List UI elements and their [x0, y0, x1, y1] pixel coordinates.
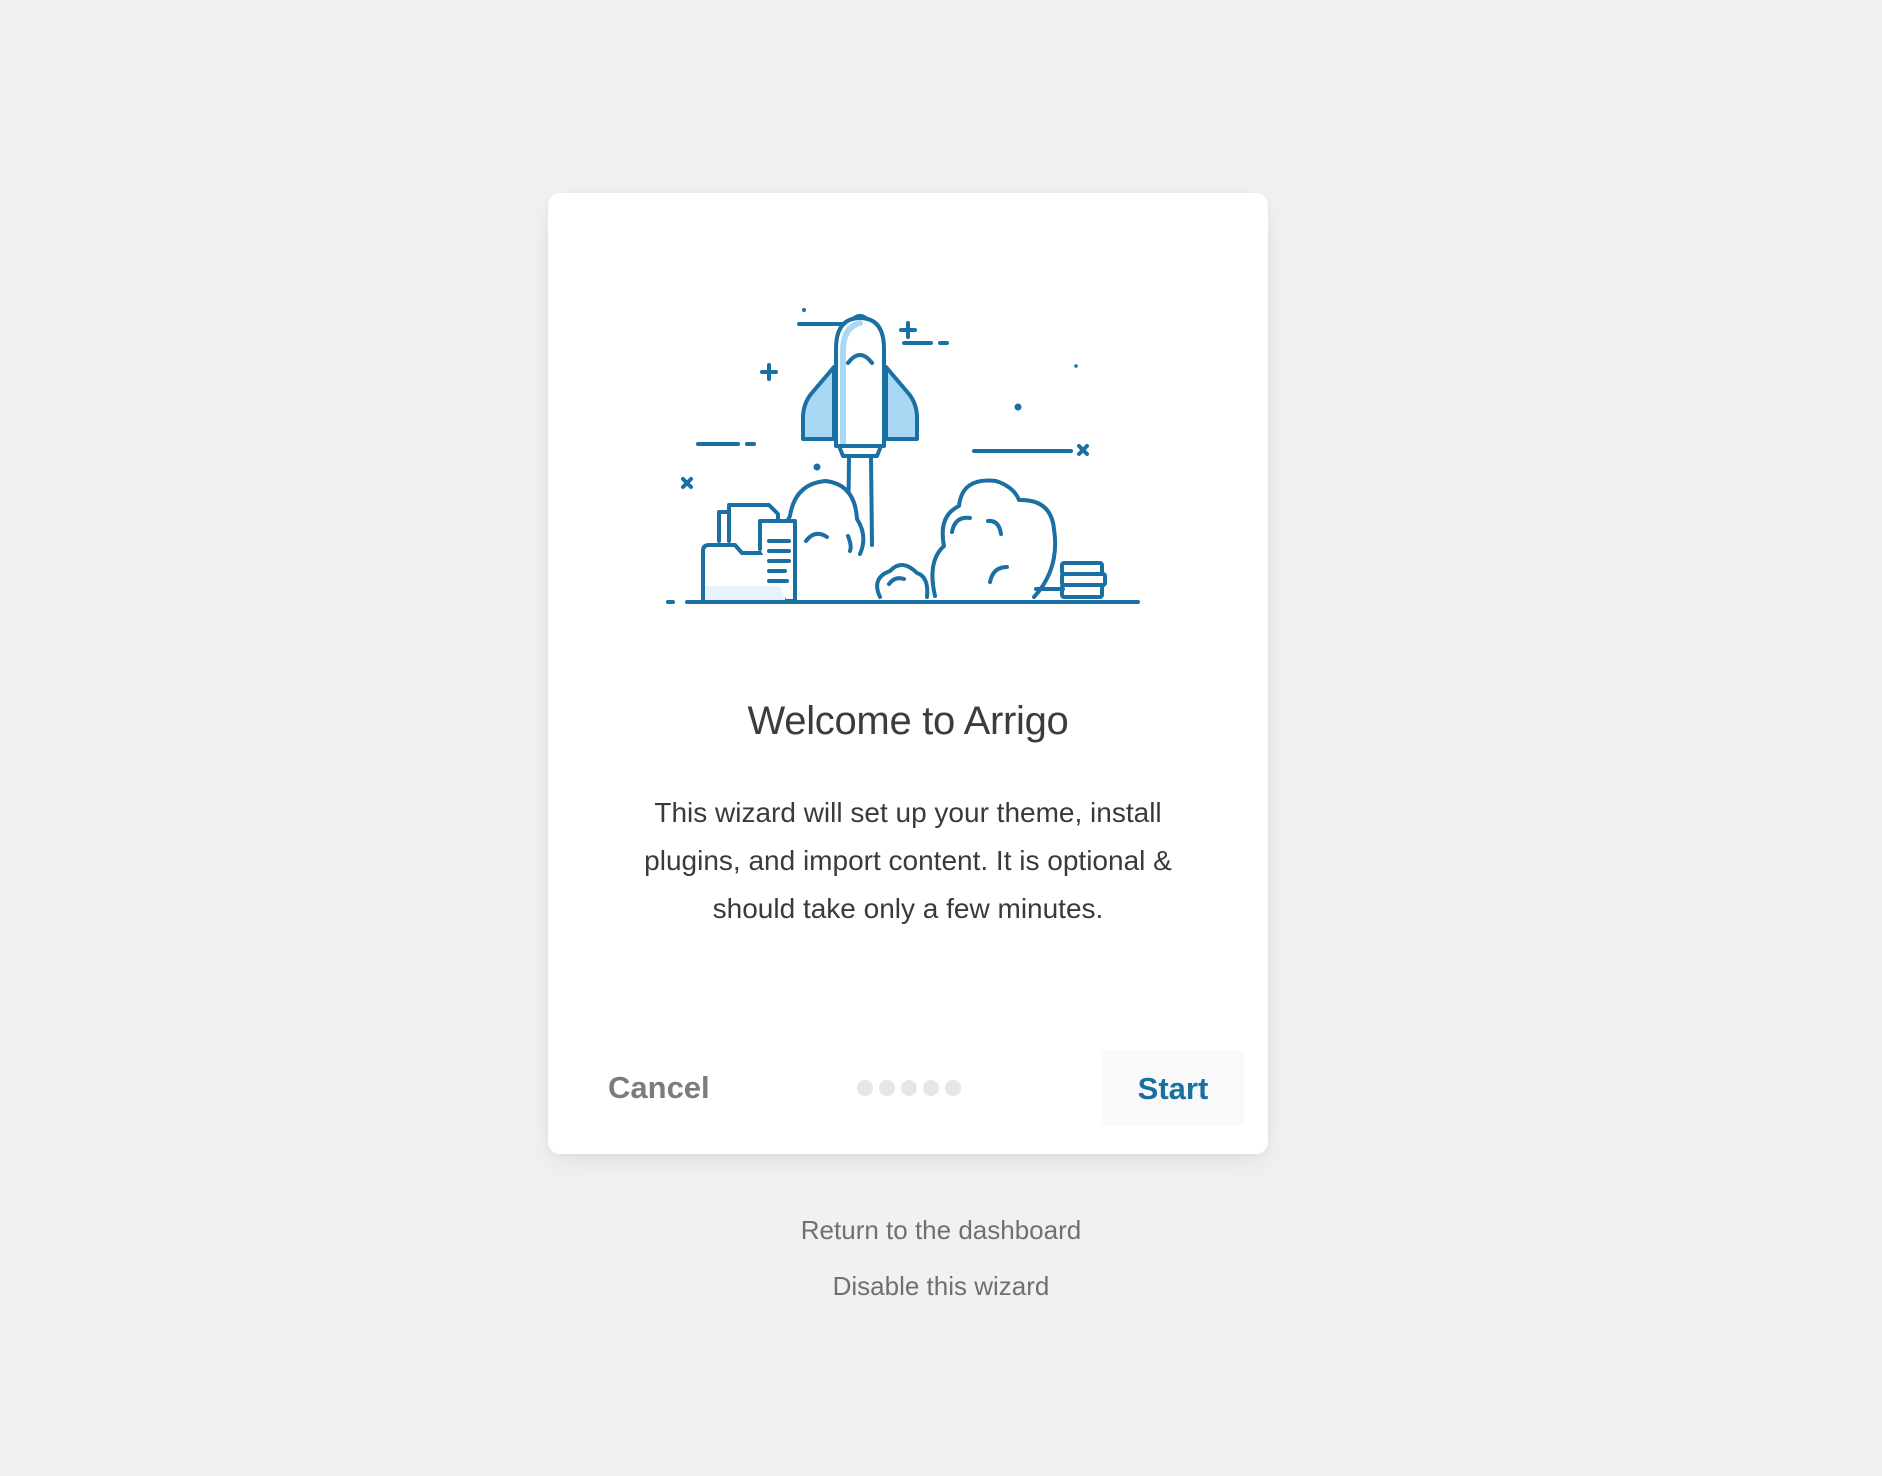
step-dot [923, 1080, 939, 1096]
return-to-dashboard-link[interactable]: Return to the dashboard [801, 1208, 1081, 1252]
page-title: Welcome to Arrigo [747, 699, 1069, 743]
rocket-launch-icon [666, 308, 1140, 604]
step-dot [901, 1080, 917, 1096]
step-dot [857, 1080, 873, 1096]
rocket-launch-illustration [665, 301, 1151, 619]
wizard-footer: Cancel Start [548, 1050, 1268, 1126]
cancel-button[interactable]: Cancel [608, 1050, 710, 1126]
disable-wizard-link[interactable]: Disable this wizard [833, 1264, 1050, 1308]
wizard-secondary-links: Return to the dashboard Disable this wiz… [0, 1208, 1882, 1308]
wizard-card: Welcome to Arrigo This wizard will set u… [548, 193, 1268, 1154]
step-indicator [857, 1080, 961, 1096]
step-dot [879, 1080, 895, 1096]
start-button[interactable]: Start [1102, 1050, 1244, 1126]
wizard-description: This wizard will set up your theme, inst… [644, 797, 1172, 924]
step-dot [945, 1080, 961, 1096]
